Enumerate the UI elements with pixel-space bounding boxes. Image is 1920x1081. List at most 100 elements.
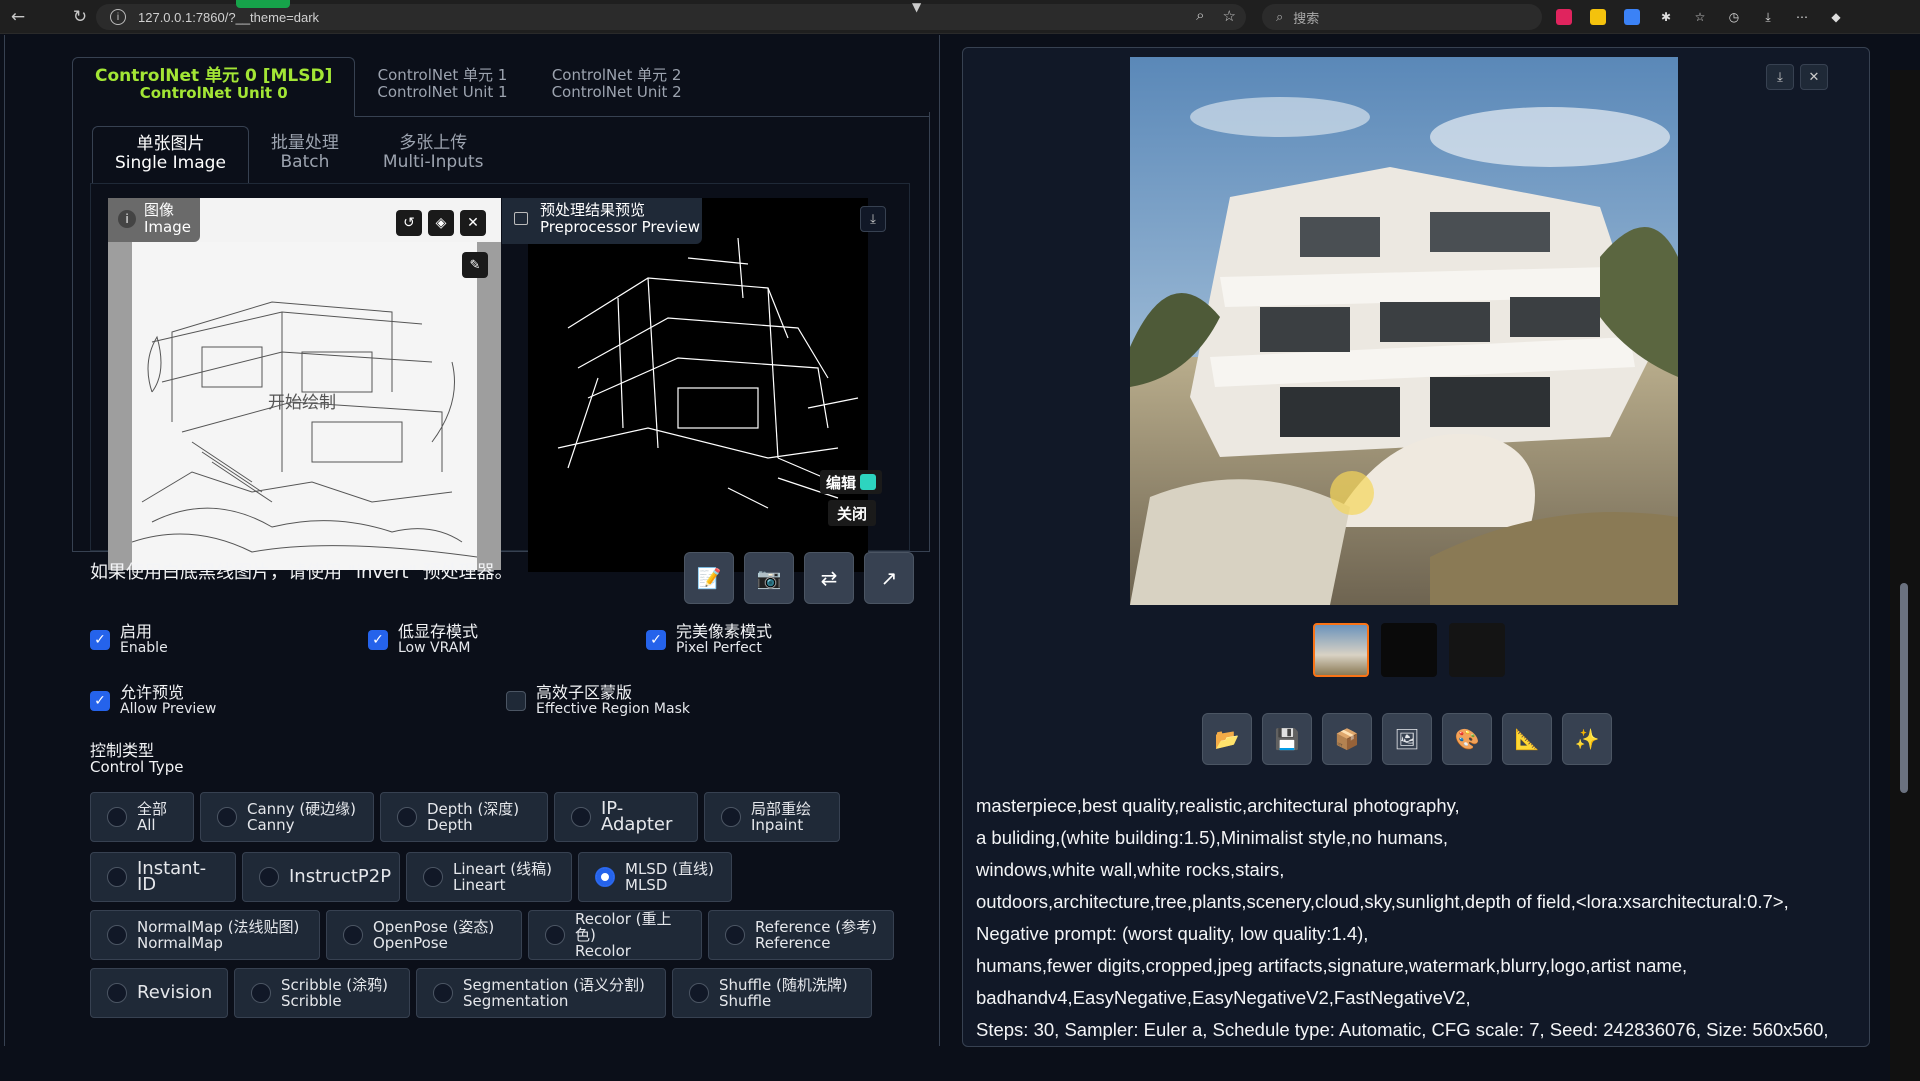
checkbox-checked-icon[interactable]: ✓ xyxy=(646,630,666,650)
radio-segmentation[interactable]: Segmentation (语义分割) Segmentation xyxy=(416,968,666,1018)
extension-blue-icon[interactable] xyxy=(1624,9,1640,25)
favorite-star-icon[interactable]: ☆ xyxy=(1223,7,1236,25)
info-line: a buliding,(white building:1.5),Minimali… xyxy=(976,827,1448,848)
extension-red-icon[interactable] xyxy=(1556,9,1572,25)
radio-mlsd[interactable]: MLSD (直线) MLSD xyxy=(578,852,732,902)
tab-unit-1[interactable]: ControlNet 单元 1 ControlNet Unit 1 xyxy=(355,57,529,116)
radio-instant-id[interactable]: Instant-ID xyxy=(90,852,236,902)
radio-shuffle[interactable]: Shuffle (随机洗牌) Shuffle xyxy=(672,968,872,1018)
radio-dot[interactable] xyxy=(571,807,591,827)
radio-lineart-cn: Lineart (线稿) xyxy=(453,860,552,878)
radio-dot[interactable] xyxy=(107,925,127,945)
history-icon[interactable]: ◷ xyxy=(1726,9,1742,25)
extensions-puzzle-icon[interactable]: ✱ xyxy=(1658,9,1674,25)
radio-scribble[interactable]: Scribble (涂鸦) Scribble xyxy=(234,968,410,1018)
thumbnail-generated[interactable] xyxy=(1313,623,1369,677)
preprocessor-label-cn: 预处理结果预览 xyxy=(540,201,646,219)
radio-dot-selected[interactable] xyxy=(595,867,615,887)
low-vram-checkbox[interactable]: ✓ 低显存模式 Low VRAM xyxy=(368,624,478,656)
swap-icon[interactable]: ⇄ xyxy=(804,552,854,604)
tab-unit-2[interactable]: ControlNet 单元 2 ControlNet Unit 2 xyxy=(530,57,704,116)
radio-all[interactable]: 全部 All xyxy=(90,792,194,842)
radio-dot[interactable] xyxy=(545,925,565,945)
radio-dot[interactable] xyxy=(107,867,127,887)
extension-yellow-icon[interactable] xyxy=(1590,9,1606,25)
close-preview-button[interactable]: 关闭 xyxy=(828,500,876,526)
edit-preview-button[interactable]: 编辑 xyxy=(820,470,882,494)
radio-dot[interactable] xyxy=(689,983,709,1003)
radio-dot[interactable] xyxy=(217,807,237,827)
radio-instructp2p[interactable]: InstructP2P xyxy=(242,852,400,902)
pixel-perfect-checkbox[interactable]: ✓ 完美像素模式 Pixel Perfect xyxy=(646,624,772,656)
download-preview-icon[interactable]: ⤓ xyxy=(860,206,886,232)
clear-image-icon[interactable]: ✕ xyxy=(460,210,486,236)
radio-dot[interactable] xyxy=(725,925,745,945)
checkbox-checked-icon[interactable]: ✓ xyxy=(368,630,388,650)
copilot-icon[interactable]: ◆ xyxy=(1828,9,1844,25)
download-image-icon[interactable]: ⤓ xyxy=(1766,64,1794,90)
radio-lineart[interactable]: Lineart (线稿) Lineart xyxy=(406,852,572,902)
open-folder-icon[interactable]: 📂 xyxy=(1202,713,1252,765)
checkbox-checked-icon[interactable]: ✓ xyxy=(90,691,110,711)
control-type-row-1: 全部 All Canny (硬边缘) Canny Depth (深度) Depth I… xyxy=(90,792,840,842)
allow-preview-checkbox[interactable]: ✓ 允许预览 Allow Preview xyxy=(90,685,216,717)
sparkle-icon[interactable]: ✨ xyxy=(1562,713,1612,765)
radio-recolor-en: Recolor xyxy=(575,942,631,960)
save-icon[interactable]: 💾 xyxy=(1262,713,1312,765)
camera-icon[interactable]: 📷 xyxy=(744,552,794,604)
radio-depth[interactable]: Depth (深度) Depth xyxy=(380,792,548,842)
browser-search-box[interactable]: ⌕ 搜索 xyxy=(1262,4,1542,30)
radio-dot[interactable] xyxy=(251,983,271,1003)
radio-dot[interactable] xyxy=(343,925,363,945)
radio-depth-cn: Depth (深度) xyxy=(427,800,520,818)
radio-normalmap[interactable]: NormalMap (法线贴图) NormalMap xyxy=(90,910,320,960)
close-image-icon[interactable]: ✕ xyxy=(1800,64,1828,90)
zoom-icon[interactable]: ⌕ xyxy=(1196,7,1204,25)
more-menu-icon[interactable]: ⋯ xyxy=(1794,9,1810,25)
region-mask-checkbox[interactable]: 高效子区蒙版 Effective Region Mask xyxy=(506,685,690,717)
radio-dot[interactable] xyxy=(259,867,279,887)
tab-unit-0[interactable]: ControlNet 单元 0 [MLSD] ControlNet Unit 0 xyxy=(72,57,356,117)
radio-reference[interactable]: Reference (参考) Reference xyxy=(708,910,894,960)
radio-revision[interactable]: Revision xyxy=(90,968,228,1018)
allow-preview-en: Allow Preview xyxy=(120,701,217,717)
checkbox-unchecked-icon[interactable] xyxy=(506,691,526,711)
thumbnail-preprocess-2[interactable] xyxy=(1449,623,1505,677)
radio-dot[interactable] xyxy=(397,807,417,827)
thumbnail-preprocess-1[interactable] xyxy=(1381,623,1437,677)
generated-image[interactable] xyxy=(1130,57,1678,605)
reload-icon[interactable]: ↻ xyxy=(62,0,98,34)
checkbox-checked-icon[interactable]: ✓ xyxy=(90,630,110,650)
tab-batch[interactable]: 批量处理 Batch xyxy=(249,126,361,184)
radio-dot[interactable] xyxy=(107,807,127,827)
tab-unit-0-cn: ControlNet 单元 0 [MLSD] xyxy=(95,66,333,86)
eraser-icon[interactable]: ◈ xyxy=(428,210,454,236)
back-icon[interactable]: ← xyxy=(0,0,36,34)
download-icon[interactable]: ⤓ xyxy=(1760,9,1776,25)
radio-ip-adapter[interactable]: IP-Adapter xyxy=(554,792,698,842)
radio-inpaint[interactable]: 局部重绘 Inpaint xyxy=(704,792,840,842)
page-scrollbar[interactable] xyxy=(1900,583,1908,793)
brush-icon[interactable]: ✎ xyxy=(462,252,488,278)
undo-icon[interactable]: ↺ xyxy=(396,210,422,236)
radio-dot[interactable] xyxy=(721,807,741,827)
collapse-arrow-icon[interactable]: ▼ xyxy=(912,0,921,14)
radio-recolor[interactable]: Recolor (重上色) Recolor xyxy=(528,910,702,960)
radio-dot[interactable] xyxy=(423,867,443,887)
tab-multi-inputs[interactable]: 多张上传 Multi-Inputs xyxy=(361,126,506,184)
notepad-icon[interactable]: 📝 xyxy=(684,552,734,604)
send-to-img2img-icon[interactable]: 🖼 xyxy=(1382,713,1432,765)
radio-dot[interactable] xyxy=(107,983,127,1003)
radio-canny[interactable]: Canny (硬边缘) Canny xyxy=(200,792,374,842)
input-image-canvas[interactable]: i 图像 Image ↺ ◈ ✕ ✎ 开始绘制 xyxy=(108,198,501,570)
radio-dot[interactable] xyxy=(433,983,453,1003)
send-to-extras-icon[interactable]: 📐 xyxy=(1502,713,1552,765)
tab-single-image[interactable]: 单张图片 Single Image xyxy=(92,126,249,184)
send-to-inpaint-icon[interactable]: 🎨 xyxy=(1442,713,1492,765)
enable-checkbox[interactable]: ✓ 启用 Enable xyxy=(90,624,168,656)
zip-icon[interactable]: 📦 xyxy=(1322,713,1372,765)
send-dimensions-icon[interactable]: ↗ xyxy=(864,552,914,604)
radio-openpose[interactable]: OpenPose (姿态) OpenPose xyxy=(326,910,522,960)
site-info-icon[interactable]: i xyxy=(110,9,126,25)
favorites-icon[interactable]: ☆ xyxy=(1692,9,1708,25)
